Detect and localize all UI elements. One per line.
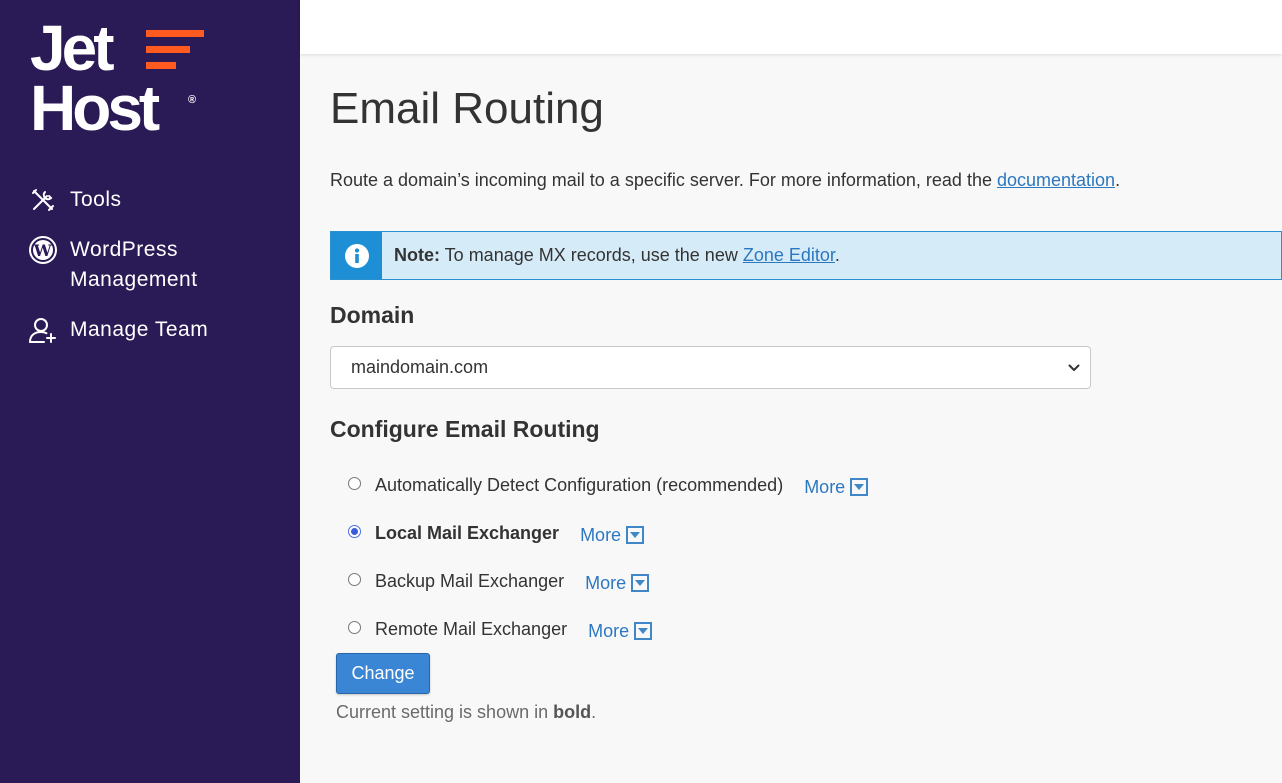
logo-accent-bars [146, 30, 204, 78]
current-setting-hint: Current setting is shown in bold. [336, 702, 596, 723]
hint-prefix: Current setting is shown in [336, 702, 554, 722]
sidebar-item-label-line1: WordPress [70, 238, 178, 261]
more-toggle-local[interactable]: More [580, 524, 645, 546]
change-button[interactable]: Change [336, 653, 430, 694]
top-bar [300, 0, 1282, 54]
page-title: Email Routing [330, 84, 604, 133]
radio-backup-mail-exchanger[interactable] [348, 572, 361, 586]
tools-icon [28, 185, 58, 215]
domain-label: Domain [330, 302, 415, 328]
more-label: More [585, 572, 627, 593]
more-label: More [588, 620, 630, 641]
description-text: Route a domain’s incoming mail to a spec… [330, 170, 997, 190]
routing-options: Automatically Detect Configuration (reco… [348, 461, 869, 653]
jethost-logo[interactable]: Jet Host ® [30, 12, 210, 144]
sidebar-item-tools[interactable]: Tools [28, 185, 288, 215]
chevron-down-icon [1068, 359, 1080, 377]
note-text: Note: To manage MX records, use the new … [394, 245, 840, 266]
description-suffix: . [1115, 170, 1121, 190]
domain-select-value: maindomain.com [351, 357, 489, 377]
sidebar-item-wordpress[interactable]: W WordPress Management [28, 235, 288, 295]
more-toggle-auto-detect[interactable]: More [804, 476, 869, 498]
sidebar-item-label: Tools [70, 188, 122, 211]
caret-down-icon [631, 574, 650, 592]
logo-word-jet: Jet [30, 12, 114, 84]
note-label: Note: [394, 245, 440, 265]
documentation-link[interactable]: documentation [997, 170, 1115, 190]
page-description: Route a domain’s incoming mail to a spec… [330, 170, 1120, 191]
hint-suffix: . [591, 702, 597, 722]
wordpress-icon: W [28, 235, 58, 265]
zone-editor-link[interactable]: Zone Editor [743, 245, 835, 265]
note-body: To manage MX records, use the new [440, 245, 743, 265]
sidebar-nav: Tools W WordPress Management Manage Team [28, 185, 288, 365]
hint-bold: bold [553, 702, 592, 722]
option-backup-mail-exchanger: Backup Mail Exchanger More [348, 557, 868, 605]
caret-down-icon [850, 478, 869, 496]
sidebar-item-manage-team[interactable]: Manage Team [28, 315, 288, 345]
note-suffix: . [834, 245, 840, 265]
configure-routing-label: Configure Email Routing [330, 416, 600, 442]
option-auto-detect: Automatically Detect Configuration (reco… [348, 461, 869, 509]
option-remote-mail-exchanger: Remote Mail Exchanger More [348, 605, 868, 653]
more-label: More [580, 524, 622, 545]
option-label: Backup Mail Exchanger [375, 570, 565, 591]
option-label: Automatically Detect Configuration (reco… [375, 474, 784, 495]
sidebar-item-label-line2: Management [70, 268, 198, 291]
more-toggle-backup[interactable]: More [585, 572, 650, 594]
registered-mark: ® [188, 94, 197, 106]
radio-local-mail-exchanger[interactable] [348, 524, 361, 538]
more-label: More [804, 476, 846, 497]
domain-select[interactable]: maindomain.com [330, 346, 1091, 389]
sidebar-item-label: WordPress Management [70, 235, 198, 295]
sidebar-item-label: Manage Team [70, 318, 209, 341]
option-local-mail-exchanger: Local Mail Exchanger More [348, 509, 868, 557]
info-icon [331, 232, 382, 279]
add-user-icon [28, 315, 58, 345]
radio-auto-detect[interactable] [348, 476, 361, 490]
note-callout: Note: To manage MX records, use the new … [330, 231, 1282, 280]
caret-down-icon [626, 526, 645, 544]
logo-word-host: Host [30, 72, 160, 144]
app-window: Jet Host ® Tools W WordPress Management … [0, 0, 1282, 783]
option-label: Local Mail Exchanger [375, 522, 560, 543]
more-toggle-remote[interactable]: More [588, 620, 653, 642]
sidebar: Jet Host ® Tools W WordPress Management … [0, 0, 300, 783]
svg-text:W: W [33, 241, 53, 260]
option-label: Remote Mail Exchanger [375, 618, 568, 639]
caret-down-icon [634, 622, 653, 640]
radio-remote-mail-exchanger[interactable] [348, 620, 361, 634]
